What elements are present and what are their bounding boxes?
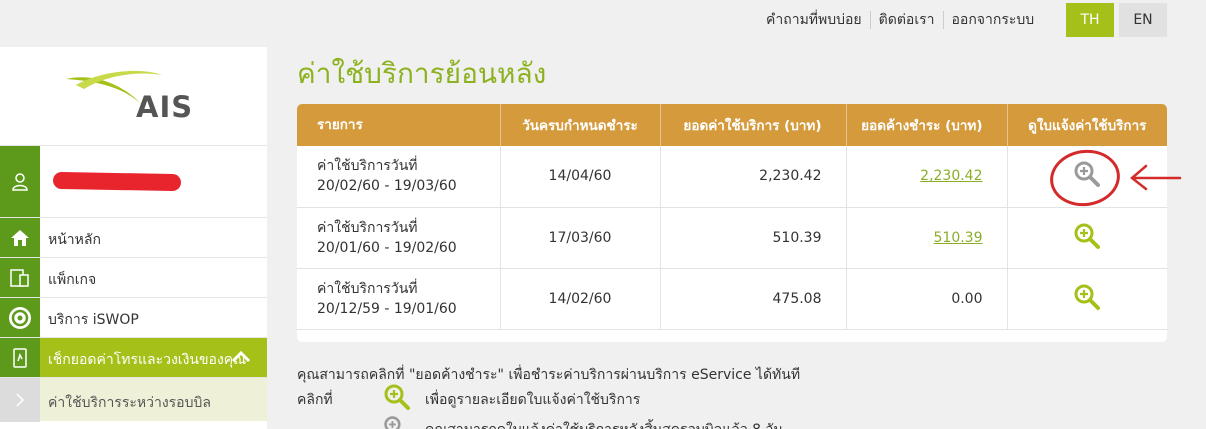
due-date-cell: 17/03/60 <box>500 207 661 269</box>
click-label: คลิกที่ <box>297 392 333 408</box>
column-header-outstanding: ยอดค้างชำระ (บาท) <box>846 104 1008 146</box>
due-date-cell: 14/04/60 <box>500 146 661 208</box>
faq-link[interactable]: คำถามที่พบบ่อย <box>758 11 871 29</box>
ais-logo[interactable]: AIS <box>0 47 267 145</box>
outstanding-pay-link[interactable]: 2,230.42 <box>920 168 982 184</box>
chevron-right-icon <box>0 378 40 422</box>
zoom-in-icon[interactable] <box>1073 283 1101 315</box>
column-header-due-date: วันครบกำหนดชำระ <box>500 104 661 146</box>
zoom-in-icon[interactable] <box>1073 222 1101 254</box>
logout-link[interactable]: ออกจากระบบ <box>944 11 1035 29</box>
table-row: ค่าใช้บริการวันที่ 20/12/59 - 19/01/60 1… <box>297 268 1167 330</box>
item-period: 20/12/59 - 19/01/60 <box>317 300 457 317</box>
language-th-button[interactable]: TH <box>1066 3 1114 37</box>
item-cell: ค่าใช้บริการวันที่ 20/02/60 - 19/03/60 <box>297 146 501 208</box>
user-profile <box>0 145 267 218</box>
outstanding-pay-link[interactable]: 510.39 <box>934 230 983 246</box>
redacted-username <box>52 171 182 192</box>
item-cell: ค่าใช้บริการวันที่ 20/01/60 - 19/02/60 <box>297 207 501 269</box>
sidebar-item-check-usage[interactable]: เช็กยอดค่าโทรและวงเงินของคุณ <box>0 337 267 377</box>
annotation-arrow-icon <box>1130 164 1182 191</box>
note-pay-outstanding: คุณสามารถคลิกที่ "ยอดค้างชำระ" เพื่อชำระ… <box>297 367 801 383</box>
user-icon <box>0 146 40 218</box>
item-label: ค่าใช้บริการวันที่ <box>317 219 418 236</box>
ais-logo-text: AIS <box>136 90 194 124</box>
top-navigation: คำถามที่พบบ่อย ติดต่อเรา ออกจากระบบ <box>758 3 1034 37</box>
due-date-cell: 14/02/60 <box>500 268 661 330</box>
sidebar-item-package[interactable]: แพ็กเกจ <box>0 257 267 297</box>
item-period: 20/01/60 - 19/02/60 <box>317 239 457 256</box>
table-row: ค่าใช้บริการวันที่ 20/01/60 - 19/02/60 1… <box>297 207 1167 269</box>
sidebar: AIS หน้าหลัก แพ็กเกจ บริการ iSWOP เช็กยอ… <box>0 47 267 429</box>
sidebar-item-home[interactable]: หน้าหลัก <box>0 217 267 257</box>
zoom-in-icon <box>383 415 407 429</box>
zoom-in-icon <box>383 383 411 415</box>
amount-cell: 2,230.42 <box>660 146 847 208</box>
amount-cell: 510.39 <box>660 207 847 269</box>
sidebar-item-label: ค่าใช้บริการระหว่างรอบบิล <box>48 395 211 411</box>
outstanding-value: 0.00 <box>951 290 983 307</box>
language-en-button[interactable]: EN <box>1119 3 1167 37</box>
item-label: ค่าใช้บริการวันที่ <box>317 158 418 175</box>
bill-history-table: รายการ วันครบกำหนดชำระ ยอดค่าใช้บริการ (… <box>297 104 1167 342</box>
note-bill-availability-text: คุณสามารถดูใบแจ้งค่าใช้บริการหลังสิ้นสุด… <box>425 419 783 429</box>
amount-cell: 475.08 <box>660 268 847 330</box>
view-bill-cell <box>1007 207 1167 269</box>
note-view-bill-text: เพื่อดูรายละเอียดใบแจ้งค่าใช้บริการ <box>425 392 641 408</box>
sidebar-item-iswop[interactable]: บริการ iSWOP <box>0 297 267 337</box>
table-row: ค่าใช้บริการวันที่ 20/02/60 - 19/03/60 1… <box>297 146 1167 208</box>
outstanding-cell: 510.39 <box>846 207 1008 269</box>
sidebar-item-current-bill[interactable]: ค่าใช้บริการระหว่างรอบบิล <box>0 377 267 422</box>
outstanding-cell: 0.00 <box>846 268 1008 330</box>
iswop-icon <box>0 298 40 337</box>
devices-icon <box>0 258 40 297</box>
note-bill-availability: คุณสามารถดูใบแจ้งค่าใช้บริการหลังสิ้นสุด… <box>383 412 783 429</box>
sidebar-item-label: แพ็กเกจ <box>48 272 97 288</box>
table-header-row: รายการ วันครบกำหนดชำระ ยอดค่าใช้บริการ (… <box>297 104 1167 146</box>
column-header-amount: ยอดค่าใช้บริการ (บาท) <box>660 104 847 146</box>
item-period: 20/02/60 - 19/03/60 <box>317 178 457 195</box>
sidebar-item-label: บริการ iSWOP <box>48 312 139 328</box>
page-title: ค่าใช้บริการย้อนหลัง <box>297 57 547 90</box>
sidebar-item-label: เช็กยอดค่าโทรและวงเงินของคุณ <box>48 352 247 368</box>
item-cell: ค่าใช้บริการวันที่ 20/12/59 - 19/01/60 <box>297 268 501 330</box>
note-view-bill: คลิกที่ เพื่อดูรายละเอียดใบแจ้งค่าใช้บริ… <box>297 384 640 411</box>
sidebar-item-label: หน้าหลัก <box>48 232 101 248</box>
home-icon <box>0 218 40 257</box>
phone-usage-icon <box>0 338 40 377</box>
column-header-item: รายการ <box>297 104 501 146</box>
item-label: ค่าใช้บริการวันที่ <box>317 280 418 297</box>
contact-link[interactable]: ติดต่อเรา <box>871 11 944 29</box>
chevron-up-icon[interactable] <box>230 347 252 371</box>
column-header-view-bill: ดูใบแจ้งค่าใช้บริการ <box>1007 104 1167 146</box>
view-bill-cell <box>1007 268 1167 330</box>
outstanding-cell: 2,230.42 <box>846 146 1008 208</box>
